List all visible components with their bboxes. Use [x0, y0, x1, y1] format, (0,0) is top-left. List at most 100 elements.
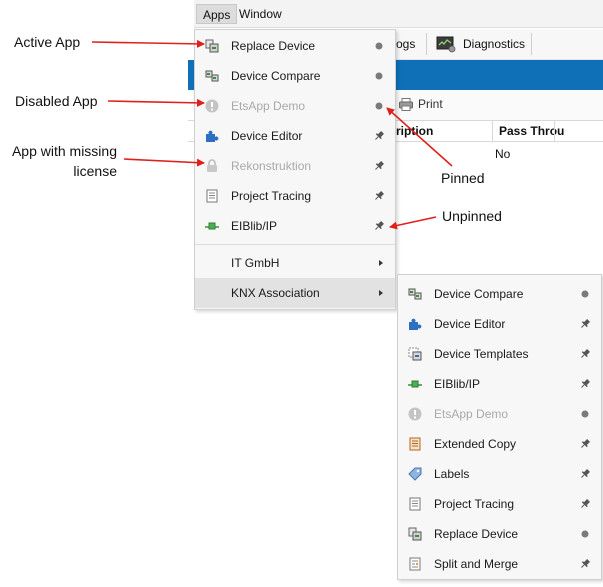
tag-icon	[408, 467, 422, 481]
menu-divider	[195, 244, 395, 245]
toolbar-separator	[531, 33, 532, 55]
pinned-dot-icon[interactable]	[579, 528, 591, 540]
menu-item-label: Device Compare	[434, 287, 524, 301]
pin-icon[interactable]	[579, 558, 591, 570]
template-icon	[408, 347, 422, 361]
menu-item-extended-copy[interactable]: Extended Copy	[398, 429, 601, 459]
menu-item-device-compare[interactable]: Device Compare	[398, 279, 601, 309]
device-compare-icon	[205, 69, 219, 83]
menu-window[interactable]: Window	[233, 4, 288, 24]
menu-item-label: EtsApp Demo	[434, 407, 509, 421]
pin-icon[interactable]	[373, 190, 385, 202]
pin-icon[interactable]	[373, 220, 385, 232]
submenu-it-gmbh[interactable]: IT GmbH	[195, 248, 395, 278]
menu-item-label: EIBlib/IP	[231, 219, 278, 233]
toolbar-separator	[426, 33, 427, 55]
annotation-pinned: Pinned	[441, 170, 485, 186]
column-separator	[554, 121, 555, 141]
toolbar: ogs Diagnostics	[396, 29, 603, 60]
replace-device-icon	[205, 39, 219, 53]
menu-item-labels[interactable]: Labels	[398, 459, 601, 489]
exclamation-icon	[408, 407, 422, 421]
menu-item-device-editor[interactable]: Device Editor	[398, 309, 601, 339]
menu-item-rekonstruktion[interactable]: Rekonstruktion	[195, 151, 395, 181]
pin-icon[interactable]	[579, 498, 591, 510]
menu-apps[interactable]: Apps	[196, 4, 238, 24]
pin-icon[interactable]	[579, 438, 591, 450]
pin-icon[interactable]	[373, 130, 385, 142]
print-row: Print	[396, 90, 603, 120]
column-header-description[interactable]: ription	[396, 124, 433, 138]
diagnostics-icon	[436, 34, 456, 54]
replace-device-icon	[408, 527, 422, 541]
annotation-active-app: Active App	[14, 34, 81, 50]
document-list-icon	[205, 189, 219, 203]
network-node-icon	[408, 377, 422, 391]
split-merge-icon	[408, 557, 422, 571]
menu-bar: Apps Window	[194, 0, 603, 28]
device-compare-icon	[408, 287, 422, 301]
menu-item-label: Split and Merge	[434, 557, 519, 571]
menu-item-project-tracing[interactable]: Project Tracing	[398, 489, 601, 519]
menu-item-label: EtsApp Demo	[231, 99, 306, 113]
menu-item-device-editor[interactable]: Device Editor	[195, 121, 395, 151]
menu-item-split-and-merge[interactable]: Split and Merge	[398, 549, 601, 579]
annotation-disabled-app: Disabled App	[15, 93, 98, 109]
menu-item-label: Replace Device	[231, 39, 316, 53]
exclamation-icon	[205, 99, 219, 113]
menu-item-eiblib-ip[interactable]: EIBlib/IP	[195, 211, 395, 241]
pinned-dot-icon[interactable]	[579, 408, 591, 420]
pinned-dot-icon[interactable]	[373, 100, 385, 112]
copy-list-icon	[408, 437, 422, 451]
menu-item-label: Device Compare	[231, 69, 321, 83]
annotation-missing-license-line2: license	[73, 163, 117, 179]
submenu-label: IT GmbH	[231, 256, 280, 270]
puzzle-icon	[205, 129, 219, 143]
apps-menu: Replace Device Device Compare EtsApp Dem…	[194, 29, 396, 310]
arrow-unpinned	[389, 216, 437, 230]
puzzle-icon	[408, 317, 422, 331]
menu-item-replace-device[interactable]: Replace Device	[398, 519, 601, 549]
arrow-active-app	[91, 39, 205, 48]
document-list-icon	[408, 497, 422, 511]
menu-item-label: Labels	[434, 467, 470, 481]
submenu-knx-association[interactable]: KNX Association	[195, 278, 395, 308]
table-cell: No	[495, 147, 511, 161]
menu-item-label: EIBlib/IP	[434, 377, 481, 391]
pinned-dot-icon[interactable]	[579, 288, 591, 300]
pinned-dot-icon[interactable]	[373, 40, 385, 52]
menu-item-label: Extended Copy	[434, 437, 517, 451]
menu-item-label: Device Editor	[231, 129, 303, 143]
menu-item-eiblib-ip[interactable]: EIBlib/IP	[398, 369, 601, 399]
menu-item-label: Rekonstruktion	[231, 159, 312, 173]
pin-icon[interactable]	[579, 468, 591, 480]
menu-item-label: Project Tracing	[231, 189, 312, 203]
menu-item-label: Project Tracing	[434, 497, 515, 511]
pin-icon[interactable]	[579, 378, 591, 390]
submenu-label: KNX Association	[231, 286, 320, 300]
toolbar-diagnostics-button[interactable]: Diagnostics	[463, 29, 525, 59]
menu-item-device-templates[interactable]: Device Templates	[398, 339, 601, 369]
column-separator	[492, 121, 493, 141]
menu-item-label: Device Editor	[434, 317, 506, 331]
menu-item-label: Device Templates	[434, 347, 529, 361]
toolbar-logs-button[interactable]: ogs	[396, 29, 415, 59]
annotation-missing-license-line1: App with missing	[11, 143, 117, 159]
menu-item-replace-device[interactable]: Replace Device	[195, 31, 395, 61]
annotation-unpinned: Unpinned	[442, 208, 502, 224]
pinned-dot-icon[interactable]	[373, 70, 385, 82]
pin-icon[interactable]	[579, 318, 591, 330]
menu-item-label: Replace Device	[434, 527, 519, 541]
menu-item-etsapp-demo[interactable]: EtsApp Demo	[398, 399, 601, 429]
printer-icon	[399, 98, 413, 111]
menu-item-project-tracing[interactable]: Project Tracing	[195, 181, 395, 211]
menu-item-device-compare[interactable]: Device Compare	[195, 61, 395, 91]
menu-item-etsapp-demo[interactable]: EtsApp Demo	[195, 91, 395, 121]
network-node-icon	[205, 219, 219, 233]
pin-icon[interactable]	[579, 348, 591, 360]
chevron-right-icon	[379, 290, 383, 296]
pin-icon[interactable]	[373, 160, 385, 172]
chevron-right-icon	[379, 260, 383, 266]
print-button[interactable]: Print	[418, 97, 443, 111]
knx-association-submenu: Device Compare Device Editor Device Temp…	[397, 274, 602, 580]
